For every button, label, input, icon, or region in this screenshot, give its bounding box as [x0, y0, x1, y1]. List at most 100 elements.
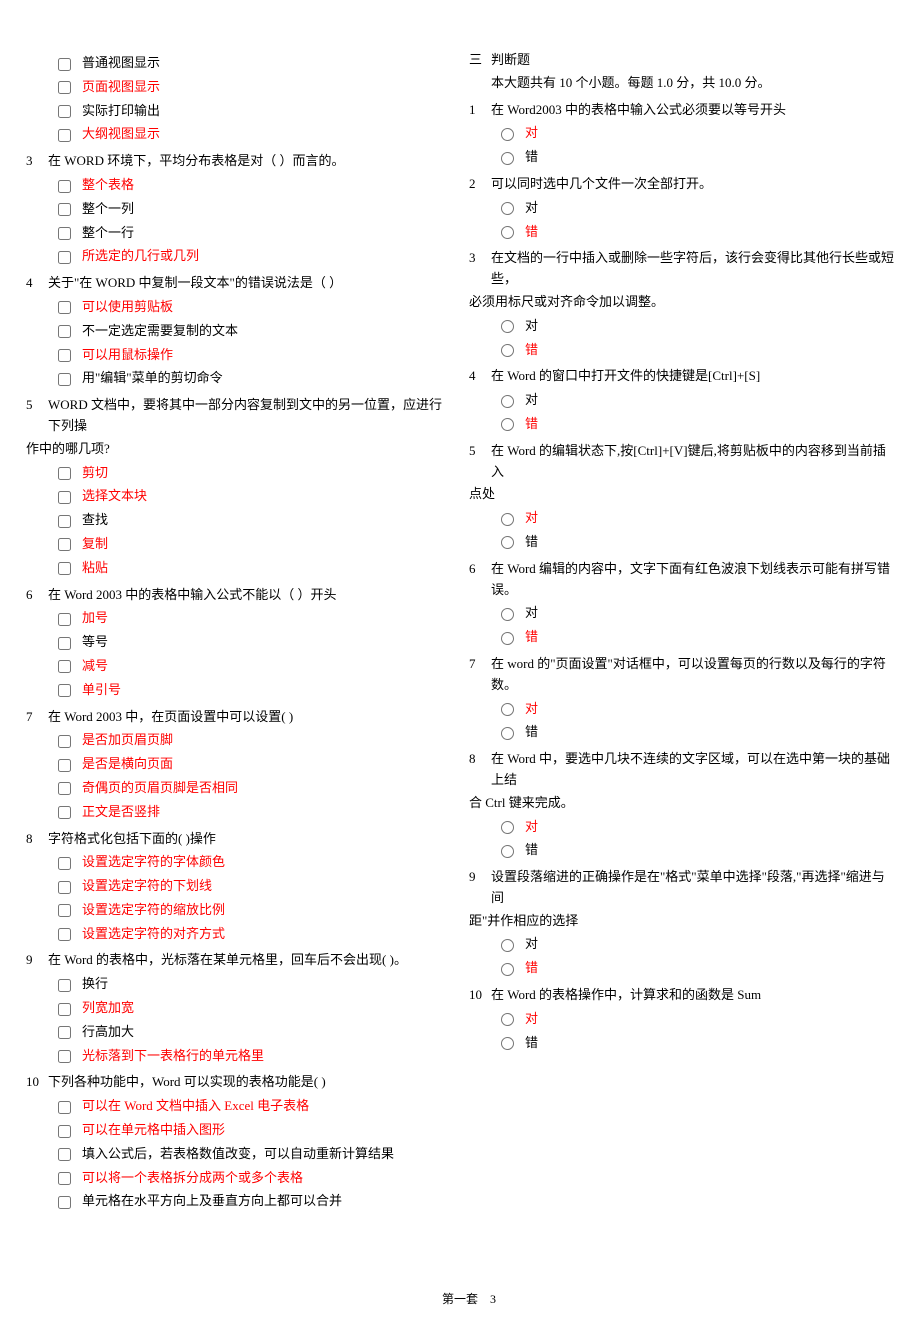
- checkbox-control[interactable]: [58, 924, 82, 945]
- checkbox-control[interactable]: [58, 778, 82, 799]
- radio-control[interactable]: [501, 198, 525, 219]
- checkbox-input[interactable]: [58, 806, 71, 819]
- checkbox-input[interactable]: [58, 251, 71, 264]
- checkbox-control[interactable]: [58, 101, 82, 122]
- radio-control[interactable]: [501, 958, 525, 979]
- radio-control[interactable]: [501, 532, 525, 553]
- radio-input[interactable]: [501, 418, 514, 431]
- checkbox-input[interactable]: [58, 538, 71, 551]
- radio-input[interactable]: [501, 821, 514, 834]
- radio-control[interactable]: [501, 414, 525, 435]
- checkbox-control[interactable]: [58, 998, 82, 1019]
- radio-control[interactable]: [501, 817, 525, 838]
- checkbox-control[interactable]: [58, 297, 82, 318]
- radio-control[interactable]: [501, 699, 525, 720]
- checkbox-control[interactable]: [58, 730, 82, 751]
- checkbox-control[interactable]: [58, 876, 82, 897]
- checkbox-control[interactable]: [58, 656, 82, 677]
- checkbox-input[interactable]: [58, 979, 71, 992]
- checkbox-input[interactable]: [58, 928, 71, 941]
- radio-input[interactable]: [501, 202, 514, 215]
- radio-input[interactable]: [501, 963, 514, 976]
- radio-input[interactable]: [501, 344, 514, 357]
- checkbox-control[interactable]: [58, 1120, 82, 1141]
- radio-control[interactable]: [501, 390, 525, 411]
- radio-input[interactable]: [501, 608, 514, 621]
- checkbox-control[interactable]: [58, 632, 82, 653]
- checkbox-control[interactable]: [58, 1144, 82, 1165]
- checkbox-input[interactable]: [58, 1003, 71, 1016]
- checkbox-control[interactable]: [58, 802, 82, 823]
- radio-input[interactable]: [501, 226, 514, 239]
- checkbox-control[interactable]: [58, 1191, 82, 1212]
- checkbox-control[interactable]: [58, 368, 82, 389]
- radio-input[interactable]: [501, 727, 514, 740]
- checkbox-control[interactable]: [58, 321, 82, 342]
- checkbox-control[interactable]: [58, 534, 82, 555]
- checkbox-input[interactable]: [58, 1148, 71, 1161]
- checkbox-input[interactable]: [58, 301, 71, 314]
- checkbox-control[interactable]: [58, 680, 82, 701]
- radio-control[interactable]: [501, 934, 525, 955]
- checkbox-control[interactable]: [58, 345, 82, 366]
- checkbox-input[interactable]: [58, 58, 71, 71]
- checkbox-input[interactable]: [58, 227, 71, 240]
- checkbox-control[interactable]: [58, 1046, 82, 1067]
- checkbox-input[interactable]: [58, 467, 71, 480]
- radio-input[interactable]: [501, 128, 514, 141]
- radio-control[interactable]: [501, 1033, 525, 1054]
- checkbox-control[interactable]: [58, 1168, 82, 1189]
- checkbox-input[interactable]: [58, 881, 71, 894]
- radio-control[interactable]: [501, 340, 525, 361]
- radio-control[interactable]: [501, 722, 525, 743]
- checkbox-control[interactable]: [58, 1096, 82, 1117]
- radio-input[interactable]: [501, 513, 514, 526]
- checkbox-input[interactable]: [58, 129, 71, 142]
- radio-control[interactable]: [501, 316, 525, 337]
- checkbox-input[interactable]: [58, 735, 71, 748]
- checkbox-input[interactable]: [58, 1196, 71, 1209]
- radio-control[interactable]: [501, 508, 525, 529]
- checkbox-control[interactable]: [58, 558, 82, 579]
- checkbox-input[interactable]: [58, 660, 71, 673]
- checkbox-input[interactable]: [58, 904, 71, 917]
- checkbox-input[interactable]: [58, 759, 71, 772]
- checkbox-input[interactable]: [58, 857, 71, 870]
- radio-input[interactable]: [501, 632, 514, 645]
- checkbox-input[interactable]: [58, 1101, 71, 1114]
- radio-input[interactable]: [501, 939, 514, 952]
- checkbox-control[interactable]: [58, 53, 82, 74]
- radio-control[interactable]: [501, 123, 525, 144]
- radio-control[interactable]: [501, 1009, 525, 1030]
- checkbox-control[interactable]: [58, 199, 82, 220]
- checkbox-control[interactable]: [58, 175, 82, 196]
- checkbox-control[interactable]: [58, 608, 82, 629]
- checkbox-input[interactable]: [58, 562, 71, 575]
- checkbox-input[interactable]: [58, 613, 71, 626]
- checkbox-control[interactable]: [58, 900, 82, 921]
- checkbox-input[interactable]: [58, 515, 71, 528]
- checkbox-input[interactable]: [58, 782, 71, 795]
- checkbox-input[interactable]: [58, 1026, 71, 1039]
- checkbox-control[interactable]: [58, 852, 82, 873]
- checkbox-control[interactable]: [58, 124, 82, 145]
- radio-input[interactable]: [501, 395, 514, 408]
- checkbox-input[interactable]: [58, 491, 71, 504]
- checkbox-control[interactable]: [58, 223, 82, 244]
- checkbox-control[interactable]: [58, 77, 82, 98]
- checkbox-input[interactable]: [58, 180, 71, 193]
- checkbox-input[interactable]: [58, 637, 71, 650]
- checkbox-input[interactable]: [58, 203, 71, 216]
- checkbox-input[interactable]: [58, 684, 71, 697]
- checkbox-input[interactable]: [58, 81, 71, 94]
- checkbox-input[interactable]: [58, 1125, 71, 1138]
- radio-input[interactable]: [501, 152, 514, 165]
- checkbox-input[interactable]: [58, 373, 71, 386]
- checkbox-control[interactable]: [58, 974, 82, 995]
- checkbox-input[interactable]: [58, 1172, 71, 1185]
- radio-input[interactable]: [501, 320, 514, 333]
- checkbox-control[interactable]: [58, 754, 82, 775]
- radio-control[interactable]: [501, 147, 525, 168]
- checkbox-control[interactable]: [58, 463, 82, 484]
- checkbox-input[interactable]: [58, 349, 71, 362]
